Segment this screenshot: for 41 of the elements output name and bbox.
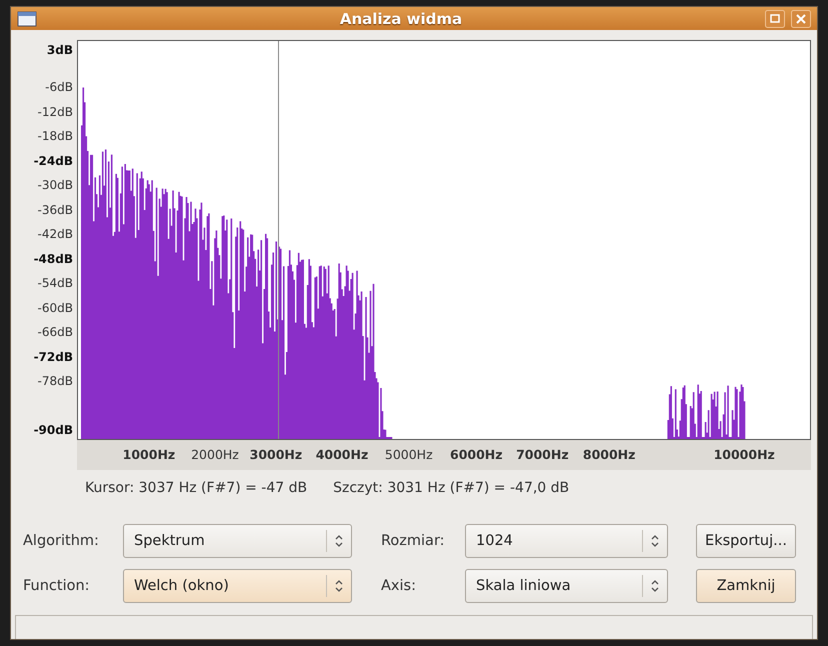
field-label: Axis: (381, 578, 417, 594)
axis-label: -12dB (38, 104, 73, 119)
window-menu-icon[interactable] (17, 10, 37, 28)
axis-label: -78dB (38, 374, 73, 388)
axis-label: -54dB (38, 276, 73, 290)
peak-readout: Szczyt: 3031 Hz (F#7) = -47,0 dB (333, 480, 570, 496)
axis-label: 3dB (46, 43, 73, 58)
field-label: Function: (23, 578, 91, 594)
axis-label: 7000Hz (516, 447, 569, 462)
maximize-icon[interactable] (765, 10, 785, 28)
cursor-readout: Kursor: 3037 Hz (F#7) = -47 dB (85, 480, 308, 496)
axis-label: -72dB (34, 350, 73, 364)
axis-label: 3000Hz (250, 447, 302, 462)
axis-label: 6000Hz (450, 447, 503, 462)
window-title: Analiza widma (338, 10, 464, 28)
axis-label: -90dB (34, 423, 73, 438)
axis-label: -18dB (38, 129, 73, 144)
dialog-button[interactable]: Eksportuj... (696, 524, 796, 558)
dropdown[interactable]: Welch (okno) (123, 568, 352, 603)
axis-label: -60dB (38, 300, 73, 315)
axis-label: 8000Hz (582, 447, 636, 462)
dropdown[interactable]: 1024 (465, 524, 668, 558)
axis-label: -6dB (45, 80, 73, 94)
field-label: Algorithm: (23, 532, 100, 549)
axis-label: -30dB (38, 178, 73, 192)
field-label: Rozmiar: (381, 532, 446, 549)
axis-label: -36dB (38, 202, 73, 217)
axis-label: 5000Hz (384, 447, 433, 462)
dropdown[interactable]: Spektrum (123, 524, 352, 558)
axis-label: 2000Hz (191, 447, 239, 462)
dialog-button[interactable]: Zamknij (696, 568, 796, 603)
axis-label: -24dB (34, 154, 73, 168)
axis-label: -42dB (38, 227, 73, 242)
close-icon[interactable] (791, 10, 811, 28)
axis-label: 1000Hz (122, 447, 176, 462)
dropdown[interactable]: Skala liniowa (465, 568, 668, 603)
spectrum-plot[interactable] (77, 40, 811, 440)
axis-label: 10000Hz (714, 447, 775, 462)
axis-label: 4000Hz (316, 447, 368, 462)
axis-label: -48dB (34, 252, 73, 266)
axis-label: -66dB (38, 325, 73, 340)
